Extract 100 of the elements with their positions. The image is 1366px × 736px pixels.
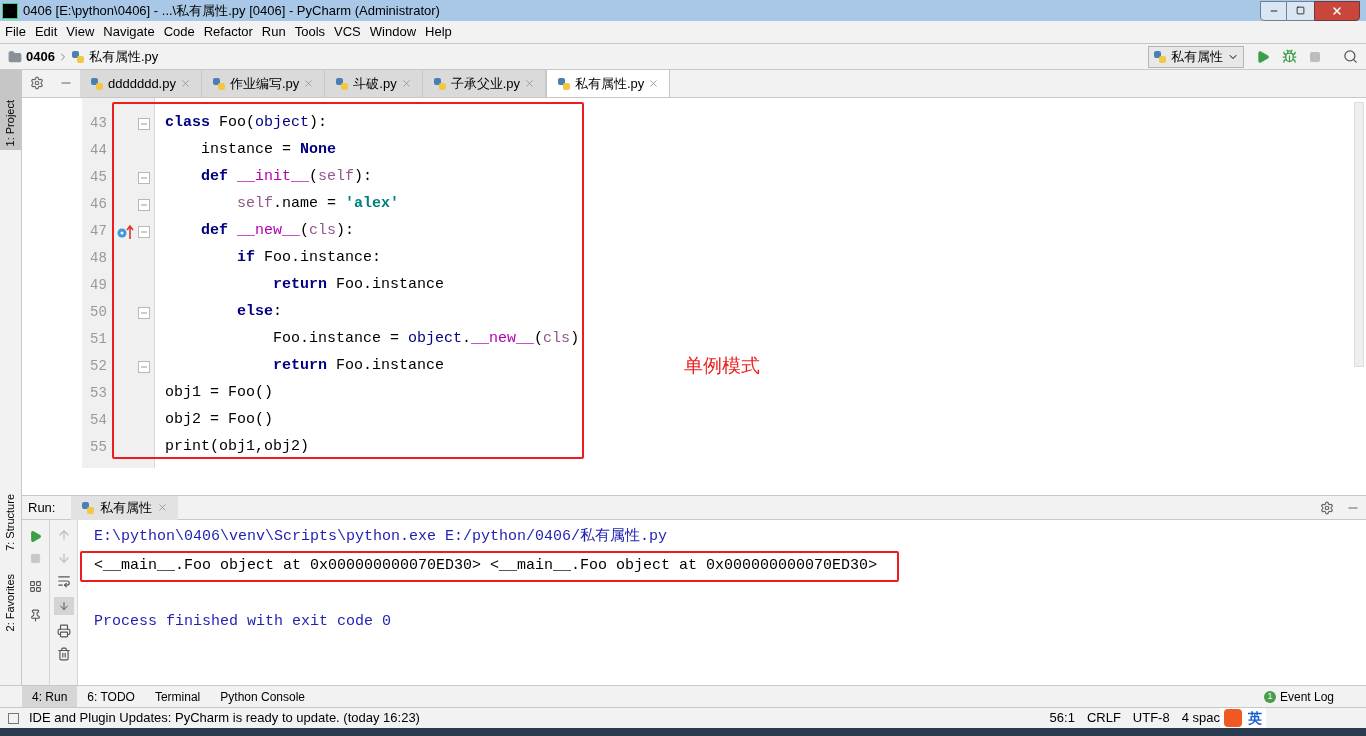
line-separator[interactable]: CRLF [1086, 708, 1121, 728]
search-icon[interactable] [1343, 49, 1358, 64]
maximize-button[interactable] [1287, 0, 1314, 21]
menu-item[interactable]: Edit [34, 22, 58, 42]
editor-tab[interactable]: 子承父业.py [422, 70, 546, 97]
rerun-icon[interactable] [29, 530, 42, 543]
close-icon [1331, 4, 1343, 17]
menu-item[interactable]: Refactor [203, 22, 253, 42]
status-panel-icon[interactable] [8, 712, 19, 724]
fold-icon[interactable] [138, 306, 151, 319]
side-tab[interactable]: 2: Favorites [0, 555, 21, 635]
up-arrow-icon[interactable] [56, 528, 71, 542]
side-tab[interactable]: 7: Structure [0, 475, 21, 555]
fold-icon[interactable] [138, 360, 151, 373]
breadcrumb-item[interactable]: 0406 [26, 46, 55, 67]
editor-tab[interactable]: 私有属性.py [546, 70, 671, 97]
event-log-button[interactable]: Event Log [1279, 687, 1334, 706]
code-line: def __new__(cls): [200, 221, 355, 242]
python-file-icon [1153, 49, 1167, 64]
line-number: 53 [90, 384, 108, 403]
python-file-icon [90, 76, 104, 91]
code-line: obj1 = Foo() [165, 383, 274, 404]
close-icon[interactable] [648, 78, 660, 89]
line-number: 46 [90, 195, 108, 214]
fold-icon[interactable] [138, 171, 151, 184]
line-number: 43 [90, 114, 108, 133]
menu-item[interactable]: File [5, 22, 26, 42]
close-icon[interactable] [303, 78, 315, 89]
editor-tab[interactable]: 作业编写.py [201, 70, 326, 97]
down-arrow-icon[interactable] [56, 551, 71, 565]
line-number: 44 [90, 141, 108, 160]
line-number: 49 [90, 276, 108, 295]
line-number: 51 [90, 330, 108, 349]
file-encoding[interactable]: UTF-8 [1132, 708, 1170, 728]
close-icon[interactable] [524, 78, 535, 89]
layout-icon[interactable] [29, 580, 42, 593]
menu-item[interactable]: Navigate [103, 22, 155, 42]
close-button[interactable] [1314, 0, 1360, 21]
ime-mode[interactable]: 英 [1248, 707, 1262, 729]
run-icon[interactable] [1256, 49, 1270, 64]
menu-item[interactable]: VCS [334, 22, 361, 42]
menu-item[interactable]: Run [261, 22, 286, 42]
minimize-button[interactable] [1260, 0, 1287, 21]
line-number: 50 [90, 303, 108, 322]
run-label: Run: [28, 498, 56, 517]
code-line: return Foo.instance [272, 356, 445, 377]
python-file-icon [335, 76, 350, 91]
fold-icon[interactable] [138, 117, 151, 130]
menu-item[interactable]: Window [369, 22, 417, 42]
stop-icon[interactable] [1309, 50, 1321, 63]
menu-item[interactable]: Code [163, 22, 195, 42]
python-file-icon [432, 76, 447, 91]
print-icon[interactable] [56, 624, 71, 638]
menu-item[interactable]: Help [425, 22, 452, 42]
trash-icon[interactable] [56, 647, 71, 661]
code-line: else: [236, 302, 283, 323]
menu-item[interactable]: Tools [294, 22, 326, 42]
fold-icon[interactable] [138, 198, 151, 211]
editor-tab[interactable]: 斗破.py [325, 70, 423, 97]
close-icon[interactable] [179, 78, 191, 89]
line-number: 45 [90, 168, 108, 187]
annotation-label: 单例模式 [684, 354, 760, 378]
line-number: 52 [90, 357, 108, 376]
wrap-icon[interactable] [56, 574, 71, 588]
code-line: obj2 = Foo() [165, 410, 274, 431]
python-file-icon [211, 76, 226, 91]
breadcrumb-item[interactable]: 私有属性.py [88, 46, 159, 67]
settings-icon[interactable] [1320, 500, 1334, 515]
pin-icon[interactable] [29, 609, 42, 622]
override-marker-icon[interactable] [117, 223, 136, 240]
menu-item[interactable]: View [66, 22, 95, 42]
tool-window-tab[interactable]: Terminal [144, 685, 211, 708]
line-number: 47 [90, 222, 108, 241]
ime-logo-icon [1224, 709, 1242, 727]
tool-window-tab[interactable]: Python Console [210, 685, 316, 708]
indent-setting[interactable]: 4 spac [1181, 708, 1220, 728]
stop-icon[interactable] [30, 553, 41, 564]
editor-tab[interactable]: ddddddd.py [80, 70, 202, 97]
console-line: E:\python\0406\venv\Scripts\python.exe E:/python/0406/私有属性.py [94, 527, 668, 548]
code-line: self.name = 'alex' [236, 194, 400, 215]
code-line: def __init__(self): [200, 167, 373, 188]
line-number: 48 [90, 249, 108, 268]
status-message: IDE and Plugin Updates: PyCharm is ready to update. (today 16:23) [29, 709, 420, 728]
settings-icon[interactable] [29, 76, 44, 90]
code-line: print(obj1,obj2) [165, 437, 310, 458]
code-line: class Foo(object): [165, 113, 328, 134]
window-title: 0406 [E:\python\0406] - ...\私有属性.py [0406] - PyCharm (Administrator) [23, 1, 440, 20]
tool-window-tab[interactable]: 4: Run [22, 685, 78, 708]
close-icon[interactable] [400, 78, 412, 89]
fold-icon[interactable] [138, 225, 151, 238]
run-tab[interactable]: 私有属性 [71, 495, 179, 520]
scroll-to-end-icon[interactable] [53, 597, 74, 615]
python-file-icon [81, 500, 96, 515]
caret-position[interactable]: 56:1 [1049, 708, 1075, 728]
close-icon[interactable] [157, 502, 169, 513]
tool-window-tab[interactable]: 6: TODO [77, 685, 145, 708]
event-count-badge: 1 [1263, 690, 1276, 703]
run-config-dropdown[interactable]: 私有属性 [1148, 45, 1244, 68]
side-tab[interactable]: 1: Project [0, 70, 21, 150]
debug-icon[interactable] [1282, 49, 1297, 64]
